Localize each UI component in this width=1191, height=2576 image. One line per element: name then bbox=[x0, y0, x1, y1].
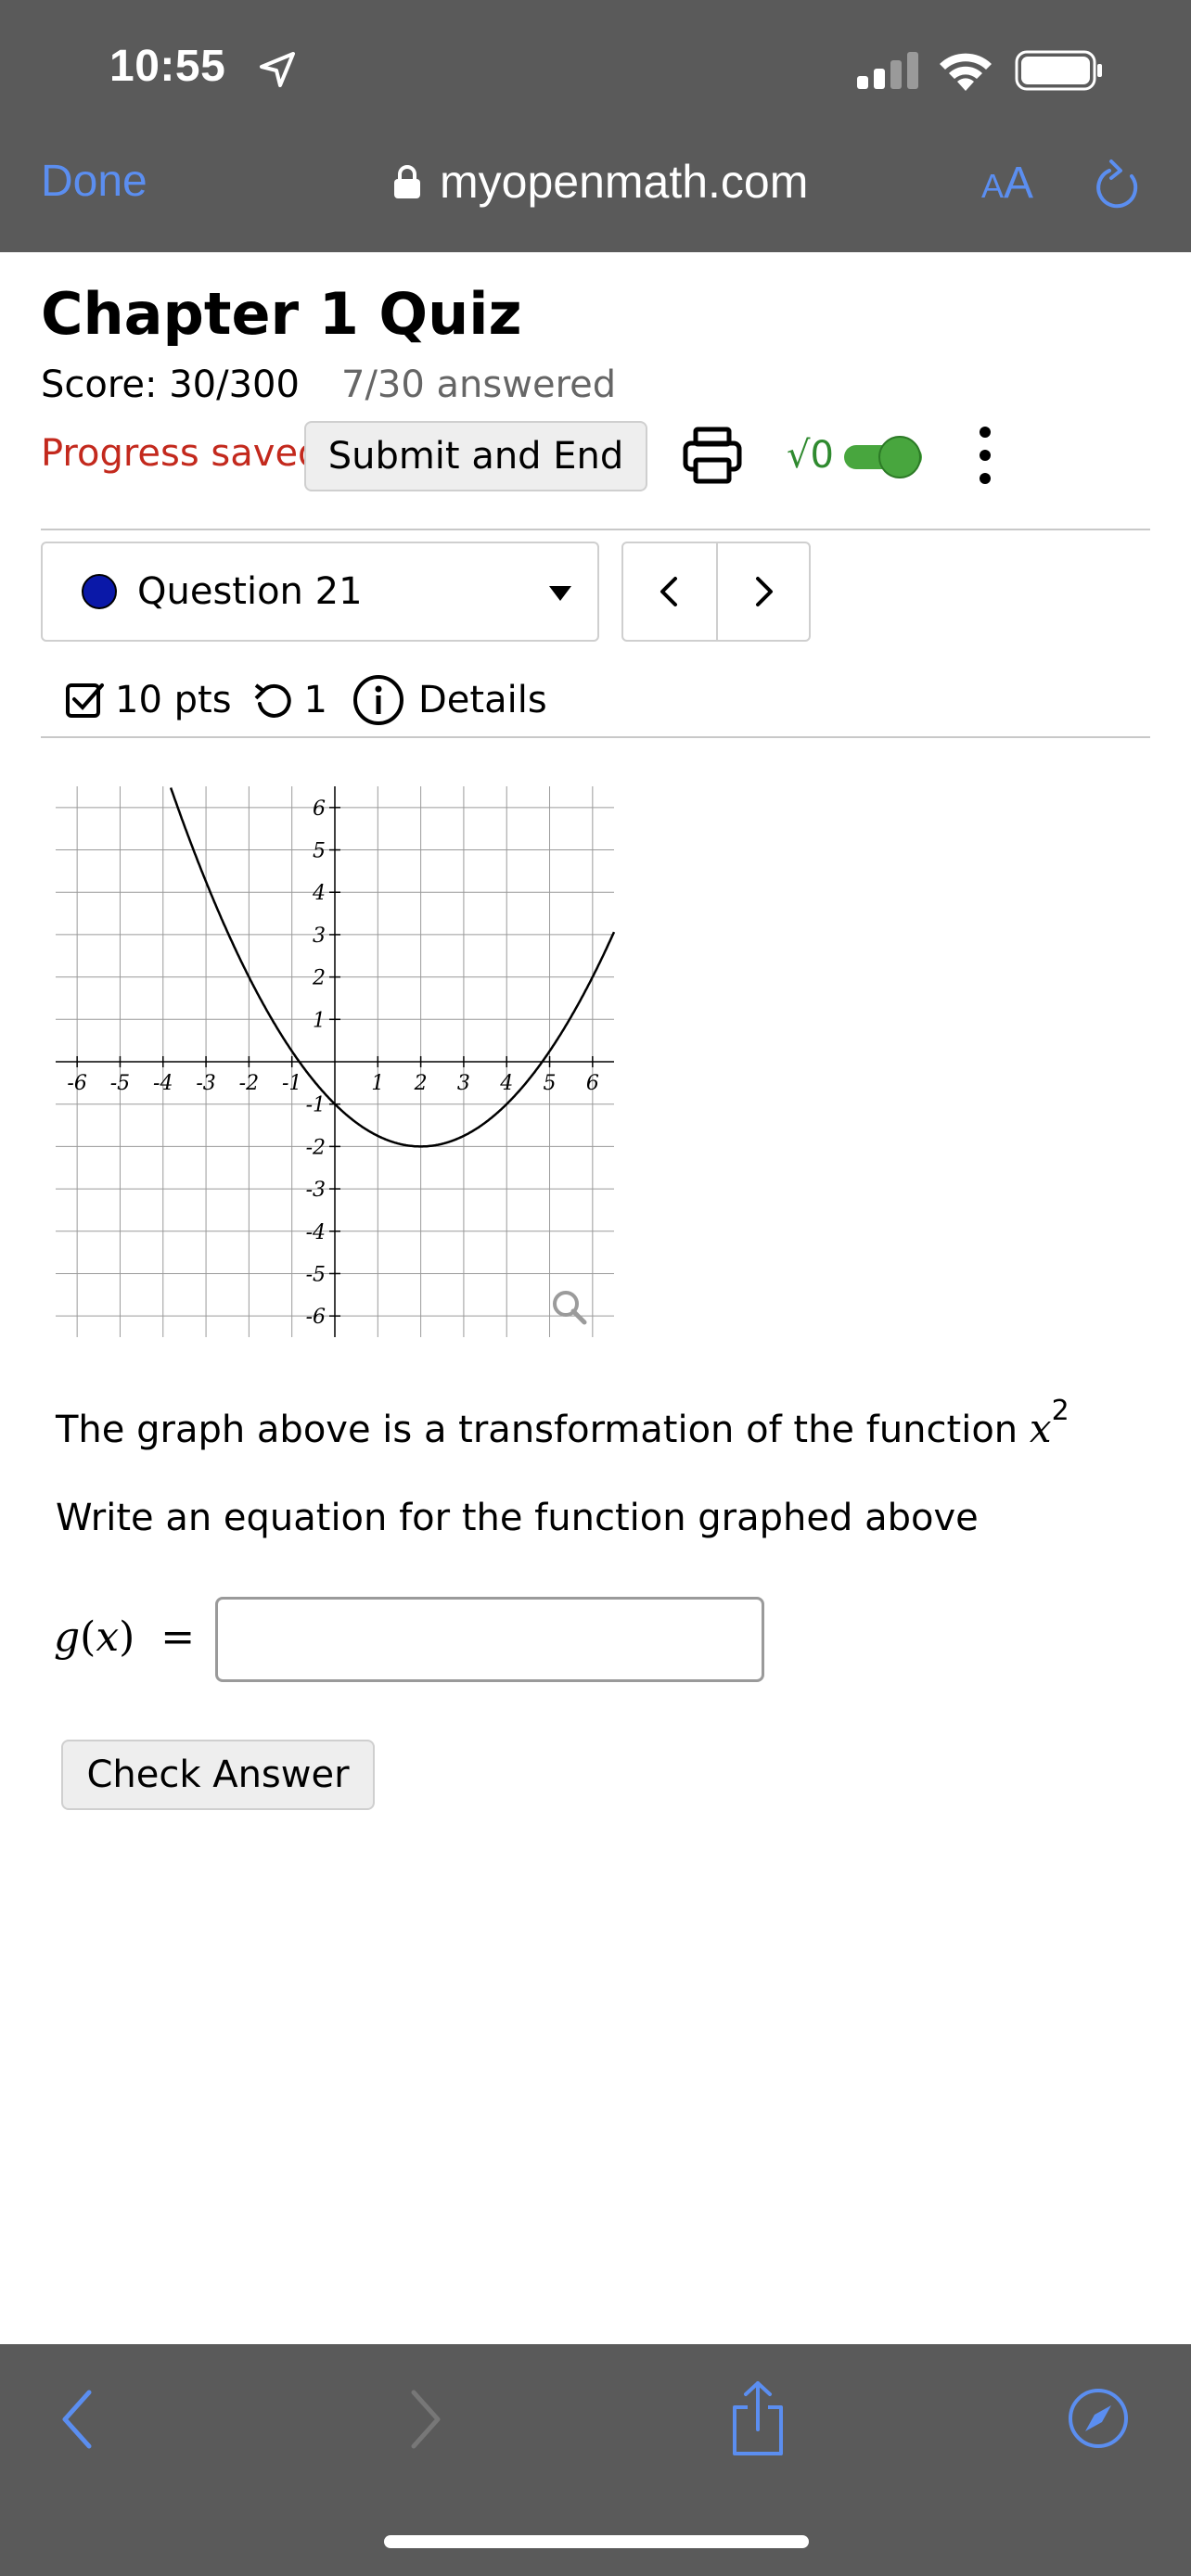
chevron-right-icon bbox=[756, 577, 773, 606]
y-tick-label: -3 bbox=[306, 1179, 326, 1202]
battery-icon bbox=[1015, 50, 1102, 91]
url-text: myopenmath.com bbox=[440, 156, 809, 208]
x-tick-label: 6 bbox=[586, 1072, 599, 1095]
more-options-icon[interactable] bbox=[972, 425, 998, 486]
info-icon[interactable] bbox=[352, 673, 405, 727]
points-value: 10 pts bbox=[115, 679, 232, 721]
progress-status: Progress saved bbox=[41, 432, 322, 475]
x-tick-label: 5 bbox=[544, 1072, 557, 1095]
retry-icon bbox=[254, 683, 291, 718]
problem-prompt: Write an equation for the function graph… bbox=[56, 1497, 979, 1539]
answer-input[interactable] bbox=[215, 1597, 764, 1682]
answer-label: g(x) = bbox=[54, 1613, 196, 1661]
y-tick-label: 1 bbox=[313, 1009, 326, 1032]
function-exponent: 2 bbox=[1051, 1395, 1069, 1427]
y-tick-label: -2 bbox=[306, 1136, 326, 1159]
dropdown-caret-icon bbox=[549, 586, 571, 601]
question-meta: 10 pts 1 Details bbox=[65, 666, 547, 734]
x-tick-label: -5 bbox=[110, 1072, 130, 1095]
status-time: 10:55 bbox=[109, 42, 226, 91]
y-tick-label: 5 bbox=[313, 840, 326, 863]
forward-icon[interactable] bbox=[404, 2387, 445, 2452]
home-indicator bbox=[384, 2535, 809, 2548]
answer-label-var: x bbox=[96, 1613, 120, 1661]
lock-icon bbox=[394, 165, 420, 198]
function-graph[interactable]: -6 -5 -4 -3 -2 -1 1 2 3 4 5 6 6 5 4 3 2 1 -1 -2 -3 -4 -5 -6 bbox=[46, 777, 623, 1346]
math-toggle-label: √0 bbox=[787, 434, 834, 477]
y-tick-label: -1 bbox=[306, 1094, 326, 1117]
problem-text: The graph above is a transformation of t… bbox=[56, 1409, 1030, 1451]
x-tick-label: -1 bbox=[282, 1072, 301, 1095]
function-base: x bbox=[1029, 1406, 1052, 1451]
x-tick-label: 2 bbox=[414, 1072, 428, 1095]
previous-question-button[interactable] bbox=[623, 543, 716, 640]
y-tick-label: -5 bbox=[306, 1263, 326, 1286]
x-tick-label: 3 bbox=[457, 1072, 470, 1095]
reload-icon[interactable] bbox=[1095, 158, 1141, 210]
question-status-dot bbox=[82, 574, 117, 609]
y-tick-label: -4 bbox=[306, 1221, 326, 1244]
text-size-big-a: A bbox=[1004, 159, 1034, 208]
back-icon[interactable] bbox=[58, 2387, 98, 2452]
problem-statement: The graph above is a transformation of t… bbox=[56, 1395, 1069, 1451]
x-tick-label: -3 bbox=[196, 1072, 215, 1095]
browser-top-bar: 10:55 Done myopenmath.com AA bbox=[0, 0, 1191, 252]
y-tick-label: 4 bbox=[312, 882, 326, 905]
x-tick-label: -6 bbox=[67, 1072, 86, 1095]
check-answer-button[interactable]: Check Answer bbox=[61, 1740, 375, 1810]
graph-svg: -6 -5 -4 -3 -2 -1 1 2 3 4 5 6 6 5 4 3 2 1 -1 -2 -3 -4 -5 -6 bbox=[56, 786, 616, 1337]
wifi-icon bbox=[940, 53, 992, 91]
submit-and-end-button[interactable]: Submit and End bbox=[304, 421, 647, 491]
answer-label-fn: g bbox=[54, 1613, 81, 1661]
question-select-label: Question 21 bbox=[137, 570, 363, 613]
score-text: Score: 30/300 bbox=[41, 363, 300, 406]
next-question-button[interactable] bbox=[716, 543, 809, 640]
y-tick-label: 6 bbox=[313, 797, 326, 821]
question-nav-group bbox=[621, 542, 811, 642]
question-select[interactable]: Question 21 bbox=[41, 542, 599, 642]
retries-count: 1 bbox=[303, 679, 327, 721]
share-icon[interactable] bbox=[727, 2379, 788, 2457]
magnifier-icon[interactable] bbox=[553, 1291, 587, 1325]
x-tick-label: -4 bbox=[153, 1072, 173, 1095]
done-button[interactable]: Done bbox=[41, 156, 147, 207]
x-tick-label: 4 bbox=[499, 1072, 513, 1095]
address-bar[interactable]: myopenmath.com bbox=[393, 152, 808, 211]
divider bbox=[41, 736, 1150, 738]
y-tick-label: 2 bbox=[312, 967, 326, 990]
checkbox-icon bbox=[66, 683, 104, 718]
text-size-button[interactable]: AA bbox=[981, 158, 1033, 209]
x-tick-label: -2 bbox=[239, 1072, 259, 1095]
cellular-signal-icon bbox=[857, 52, 918, 89]
y-tick-label: 3 bbox=[313, 925, 326, 948]
x-tick-label: 1 bbox=[371, 1072, 384, 1095]
compass-icon[interactable] bbox=[1067, 2387, 1130, 2450]
printer-icon[interactable] bbox=[683, 427, 742, 484]
details-link[interactable]: Details bbox=[418, 679, 547, 721]
y-tick-label: -6 bbox=[306, 1306, 326, 1329]
text-size-small-a: A bbox=[981, 167, 1005, 205]
quiz-title: Chapter 1 Quiz bbox=[41, 280, 522, 348]
divider bbox=[41, 529, 1150, 530]
location-arrow-icon bbox=[260, 52, 295, 87]
math-display-toggle[interactable]: √0 bbox=[787, 421, 926, 490]
answered-count: 7/30 answered bbox=[341, 363, 617, 406]
chevron-left-icon bbox=[660, 577, 677, 606]
